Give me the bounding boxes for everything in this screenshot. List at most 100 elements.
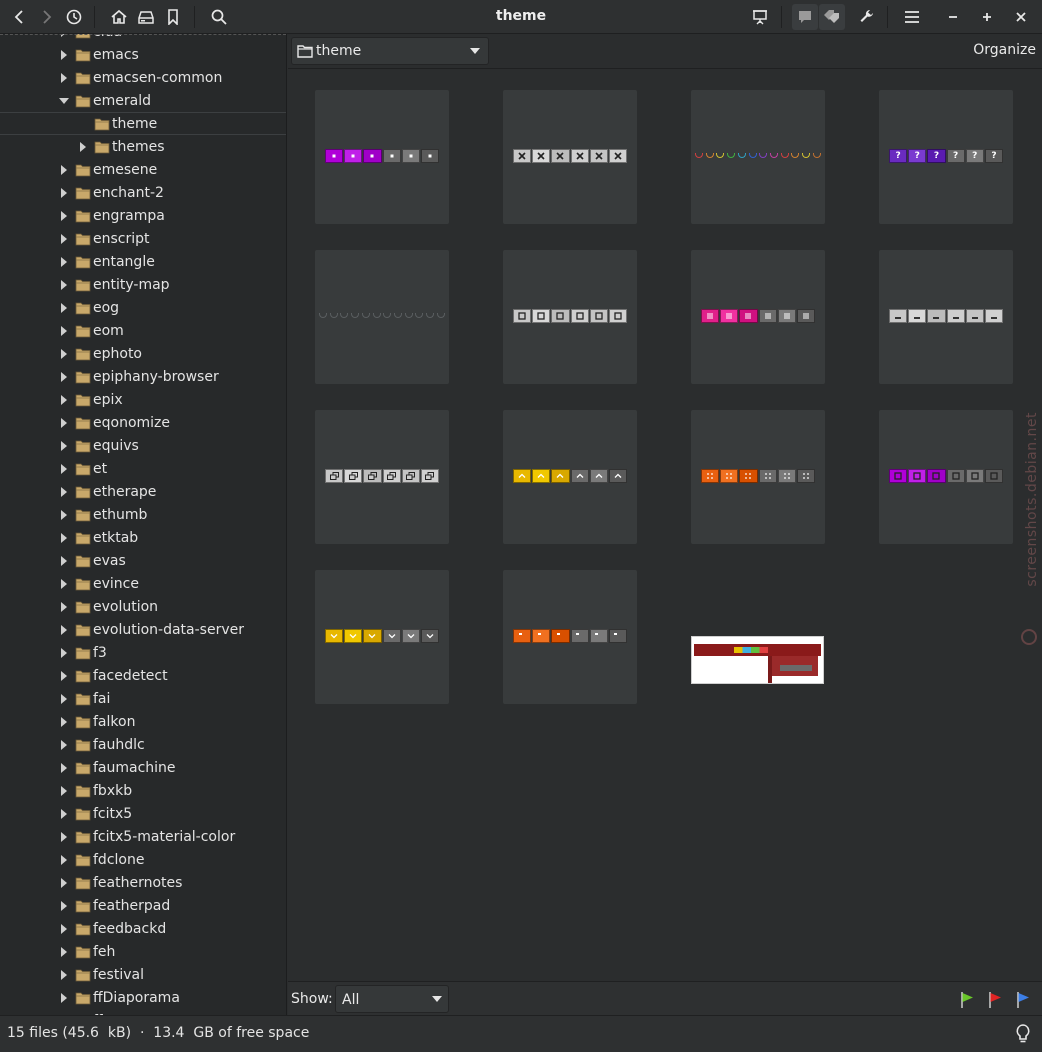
expander-right-icon[interactable]	[59, 187, 69, 198]
expander-right-icon[interactable]	[59, 325, 69, 336]
tree-item[interactable]: enchant-2	[0, 181, 286, 204]
tree-item[interactable]: theme	[0, 112, 286, 135]
blue-flag-icon[interactable]	[1016, 991, 1030, 1009]
expander-right-icon[interactable]	[59, 670, 69, 681]
search-button[interactable]	[206, 4, 232, 30]
expander-right-icon[interactable]	[59, 762, 69, 773]
tree-item[interactable]: evince	[0, 572, 286, 595]
tree-item[interactable]: epiphany-browser	[0, 365, 286, 388]
slideshow-button[interactable]	[747, 4, 773, 30]
expander-right-icon[interactable]	[59, 532, 69, 543]
tree-item[interactable]: fcitx5-material-color	[0, 825, 286, 848]
expander-right-icon[interactable]	[59, 164, 69, 175]
tree-item[interactable]: fcitx5	[0, 802, 286, 825]
expander-right-icon[interactable]	[59, 923, 69, 934]
tree-item[interactable]: engrampa	[0, 204, 286, 227]
expander-right-icon[interactable]	[59, 808, 69, 819]
thumbnail-grid[interactable]: ??????	[288, 69, 1042, 981]
tree-item[interactable]: epix	[0, 388, 286, 411]
expander-right-icon[interactable]	[59, 693, 69, 704]
thumbnail[interactable]	[691, 410, 825, 544]
tree-item[interactable]: eom	[0, 319, 286, 342]
expander-right-icon[interactable]	[59, 394, 69, 405]
thumbnail[interactable]	[879, 410, 1013, 544]
thumbnail[interactable]: ??????	[879, 90, 1013, 224]
expander-right-icon[interactable]	[59, 601, 69, 612]
expander-right-icon[interactable]	[59, 854, 69, 865]
organize-button[interactable]: Organize	[973, 42, 1036, 58]
expander-right-icon[interactable]	[59, 256, 69, 267]
expander-right-icon[interactable]	[59, 302, 69, 313]
main-menu-button[interactable]	[899, 4, 925, 30]
tree-item[interactable]: equivs	[0, 434, 286, 457]
expander-right-icon[interactable]	[59, 785, 69, 796]
expander-right-icon[interactable]	[59, 739, 69, 750]
tree-item[interactable]: falkon	[0, 710, 286, 733]
tree-item[interactable]: fbxkb	[0, 779, 286, 802]
tree-item[interactable]: feh	[0, 940, 286, 963]
expander-right-icon[interactable]	[59, 716, 69, 727]
thumbnail[interactable]	[691, 90, 825, 224]
tree-item[interactable]: etherape	[0, 480, 286, 503]
thumbnail[interactable]	[691, 250, 825, 384]
properties-button[interactable]	[819, 4, 845, 30]
tree-item[interactable]: et	[0, 457, 286, 480]
tree-item[interactable]: f3	[0, 641, 286, 664]
tree-item[interactable]: evolution	[0, 595, 286, 618]
tree-item[interactable]: emesene	[0, 158, 286, 181]
thumbnail[interactable]	[503, 250, 637, 384]
expander-right-icon[interactable]	[59, 969, 69, 980]
thumbnail[interactable]	[503, 90, 637, 224]
tree-item[interactable]: ethumb	[0, 503, 286, 526]
expander-right-icon[interactable]	[59, 463, 69, 474]
thumbnail[interactable]	[315, 250, 449, 384]
thumbnail[interactable]	[315, 570, 449, 704]
folder-tree[interactable]: cida emacs emacsen-common emerald theme theme…	[0, 34, 287, 1015]
thumbnail[interactable]	[879, 250, 1013, 384]
tree-item[interactable]: etktab	[0, 526, 286, 549]
expander-right-icon[interactable]	[59, 578, 69, 589]
tree-item[interactable]: eqonomize	[0, 411, 286, 434]
expander-right-icon[interactable]	[59, 647, 69, 658]
back-button[interactable]	[7, 4, 33, 30]
show-filter-select[interactable]: All	[335, 985, 449, 1013]
tree-item[interactable]: entangle	[0, 250, 286, 273]
tree-item[interactable]: fai	[0, 687, 286, 710]
green-flag-icon[interactable]	[960, 991, 974, 1009]
tree-item[interactable]: ffDiaporama	[0, 986, 286, 1009]
forward-button[interactable]	[33, 4, 59, 30]
expander-right-icon[interactable]	[59, 49, 69, 60]
home-button[interactable]	[106, 4, 132, 30]
tools-button[interactable]	[854, 4, 880, 30]
expander-right-icon[interactable]	[59, 72, 69, 83]
history-button[interactable]	[61, 4, 87, 30]
tree-item[interactable]: facedetect	[0, 664, 286, 687]
expander-right-icon[interactable]	[59, 486, 69, 497]
expander-right-icon[interactable]	[59, 831, 69, 842]
thumbnail[interactable]	[503, 410, 637, 544]
tree-item[interactable]: entity-map	[0, 273, 286, 296]
expander-down-icon[interactable]	[59, 96, 69, 106]
expander-right-icon[interactable]	[59, 509, 69, 520]
thumbnail-preview[interactable]	[691, 636, 824, 684]
expander-right-icon[interactable]	[59, 992, 69, 1003]
tree-item[interactable]: fdclone	[0, 848, 286, 871]
expander-right-icon[interactable]	[59, 624, 69, 635]
tree-item[interactable]: emacs	[0, 43, 286, 66]
tree-item[interactable]: feathernotes	[0, 871, 286, 894]
thumbnail[interactable]	[315, 410, 449, 544]
expander-right-icon[interactable]	[59, 877, 69, 888]
tree-item[interactable]: featherpad	[0, 894, 286, 917]
location-combo[interactable]: theme	[291, 37, 489, 65]
expander-right-icon[interactable]	[59, 279, 69, 290]
comments-button[interactable]	[792, 4, 818, 30]
maximize-button[interactable]	[974, 4, 1000, 30]
tree-item[interactable]: enscript	[0, 227, 286, 250]
tree-item[interactable]: emerald	[0, 89, 286, 112]
expander-right-icon[interactable]	[59, 417, 69, 428]
tree-item[interactable]: feedbackd	[0, 917, 286, 940]
close-button[interactable]	[1008, 4, 1034, 30]
tree-item[interactable]: festival	[0, 963, 286, 986]
tree-item[interactable]: emacsen-common	[0, 66, 286, 89]
bookmarks-button[interactable]	[160, 4, 186, 30]
